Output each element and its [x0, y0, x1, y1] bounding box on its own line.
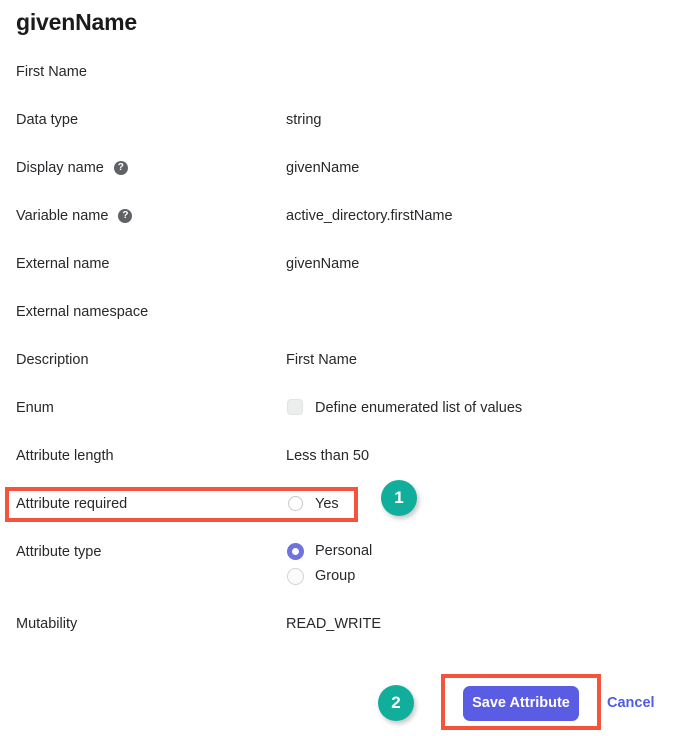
- field-value-attribute-length: Less than 50: [286, 448, 370, 464]
- radio-personal-label: Personal: [315, 543, 373, 559]
- field-value-mutability: READ_WRITE: [286, 616, 382, 632]
- cancel-link[interactable]: Cancel: [607, 686, 655, 721]
- field-label-display-name-text: Display name: [16, 160, 104, 176]
- field-label-variable-name: Variable name?: [16, 205, 133, 227]
- radio-personal[interactable]: [287, 543, 304, 560]
- field-row-mutability: Mutability READ_WRITE: [0, 613, 675, 635]
- attribute-subtitle: First Name: [16, 64, 87, 80]
- highlight-box-save-button: [441, 674, 601, 730]
- field-label-enum: Enum: [16, 400, 54, 416]
- field-value-display-name: givenName: [286, 160, 360, 176]
- field-label-external-name: External name: [16, 256, 110, 272]
- field-value-external-name: givenName: [286, 256, 360, 272]
- enum-checkbox[interactable]: [287, 399, 303, 415]
- field-label-variable-name-text: Variable name: [16, 208, 109, 224]
- field-label-mutability: Mutability: [16, 616, 78, 632]
- field-label-description: Description: [16, 352, 89, 368]
- highlight-box-attribute-required: [5, 487, 358, 522]
- field-value-data-type: string: [286, 112, 322, 128]
- field-label-attribute-length: Attribute length: [16, 448, 114, 464]
- page-title: givenName: [16, 9, 137, 35]
- field-value-variable-name: active_directory.firstName: [286, 208, 453, 224]
- field-row-attribute-type: Attribute type Personal Group: [0, 541, 675, 591]
- field-value-description: First Name: [286, 352, 357, 368]
- field-row-attribute-length: Attribute length Less than 50: [0, 445, 675, 467]
- field-row-variable-name: Variable name? active_directory.firstNam…: [0, 205, 675, 227]
- field-label-external-namespace: External namespace: [16, 304, 149, 320]
- field-row-data-type: Data type string: [0, 109, 675, 131]
- field-row-external-name: External name givenName: [0, 253, 675, 275]
- attribute-detail-panel: givenName First Name Data type string Di…: [0, 0, 675, 736]
- help-icon[interactable]: ?: [118, 209, 133, 223]
- attribute-subtitle-row: First Name: [0, 61, 675, 83]
- field-label-attribute-type: Attribute type: [16, 544, 102, 560]
- radio-group-label: Group: [315, 568, 356, 584]
- annotation-badge-1: 1: [381, 480, 417, 516]
- help-icon[interactable]: ?: [113, 161, 128, 175]
- field-row-enum: Enum Define enumerated list of values: [0, 397, 675, 419]
- field-row-external-namespace: External namespace: [0, 301, 675, 323]
- field-row-display-name: Display name? givenName: [0, 157, 675, 179]
- enum-checkbox-label: Define enumerated list of values: [315, 400, 523, 416]
- field-row-description: Description First Name: [0, 349, 675, 371]
- annotation-badge-2: 2: [378, 685, 414, 721]
- field-label-data-type: Data type: [16, 112, 79, 128]
- field-label-display-name: Display name?: [16, 157, 128, 179]
- radio-group[interactable]: [287, 568, 304, 585]
